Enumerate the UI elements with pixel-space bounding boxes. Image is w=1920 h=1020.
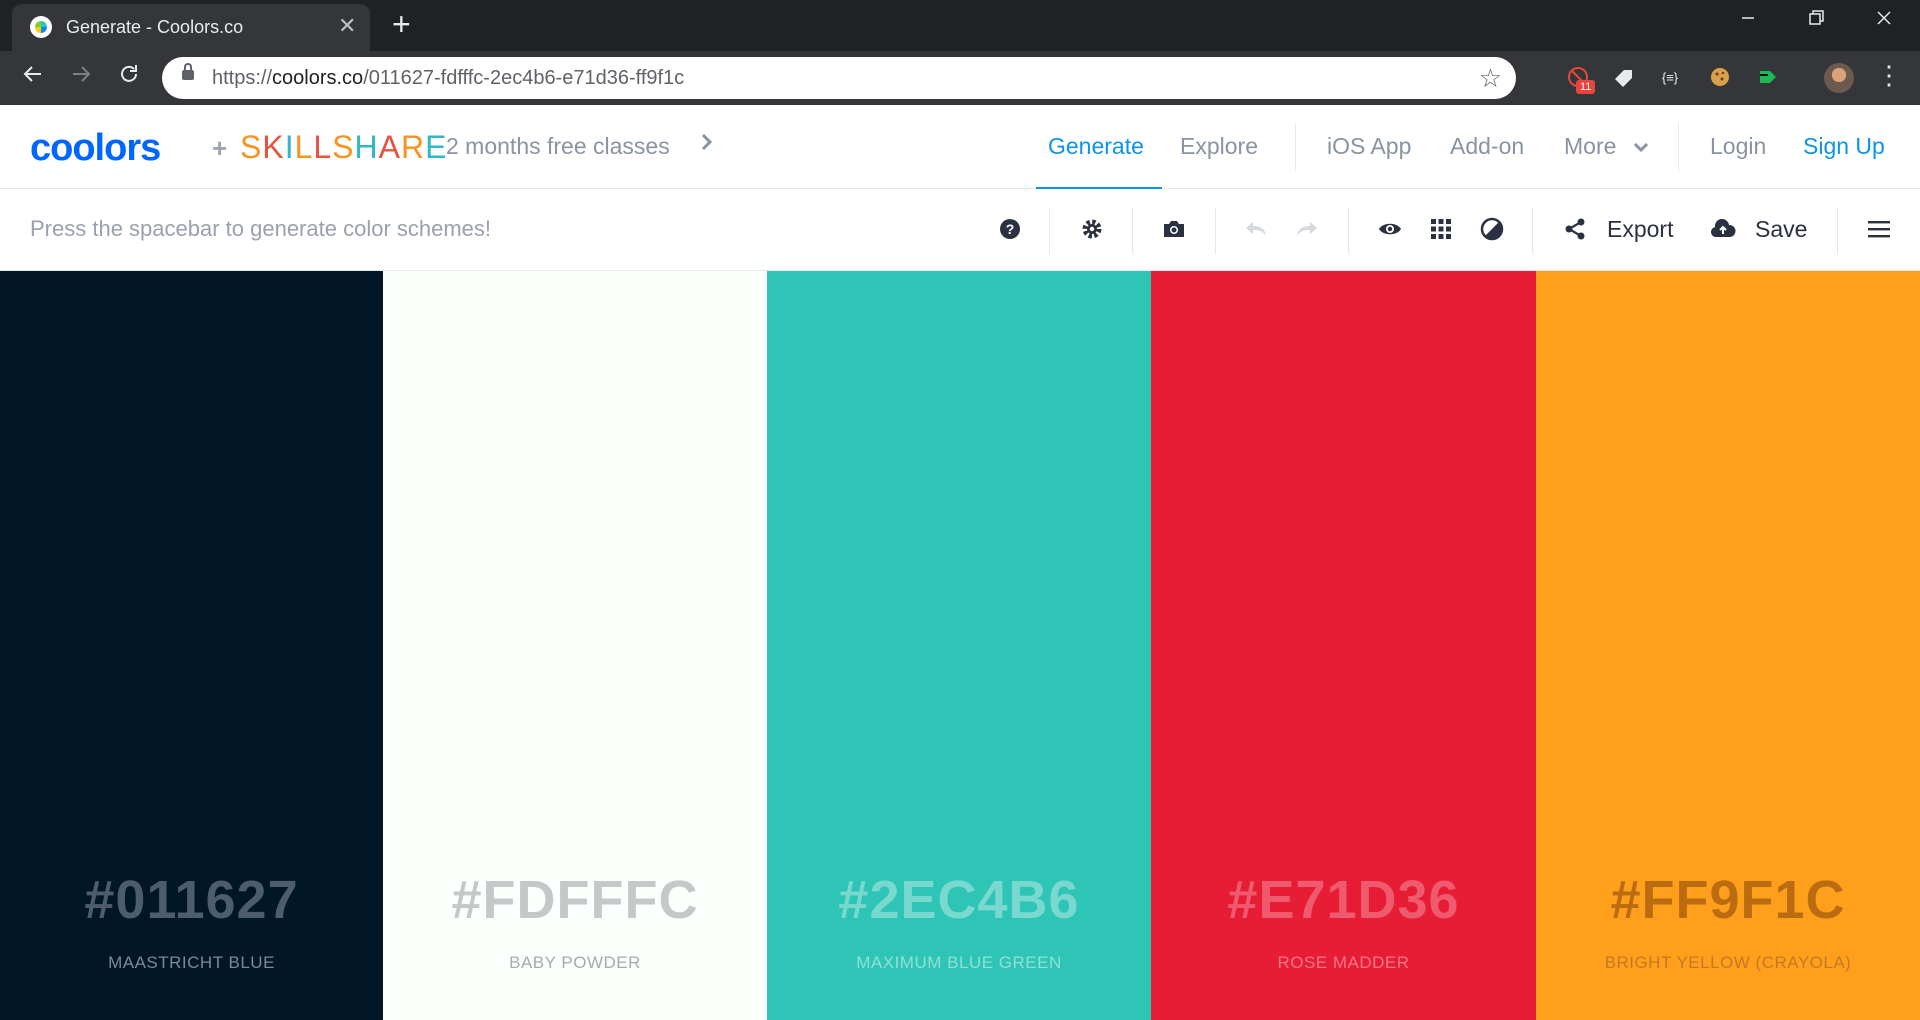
skillshare-letter: E <box>425 129 448 165</box>
color-swatch[interactable]: #FF9F1C BRIGHT YELLOW (CRAYOLA) <box>1536 271 1920 1020</box>
nav-ios-app[interactable]: iOS App <box>1327 133 1411 160</box>
tool-divider <box>1837 208 1838 254</box>
url-scheme: https:// <box>212 67 273 89</box>
extension-cookie-icon[interactable] <box>1706 63 1734 91</box>
swatch-hex-code[interactable]: #E71D36 <box>1151 869 1536 931</box>
tool-divider <box>1348 208 1349 254</box>
nav-login[interactable]: Login <box>1710 133 1766 160</box>
skillshare-letter: K <box>262 129 285 165</box>
nav-addon[interactable]: Add-on <box>1450 133 1524 160</box>
kebab-menu-icon[interactable]: ⋮ <box>1876 60 1902 91</box>
camera-icon[interactable] <box>1159 214 1189 244</box>
reload-icon[interactable] <box>112 61 146 93</box>
share-icon[interactable] <box>1560 214 1590 244</box>
tool-divider <box>1049 208 1050 254</box>
color-swatch[interactable]: #011627 MAASTRICHT BLUE <box>0 271 383 1020</box>
color-swatch[interactable]: #FDFFFC BABY POWDER <box>383 271 767 1020</box>
url-host: coolors.co <box>272 67 364 89</box>
nav-divider <box>1678 123 1679 171</box>
extension-badge: 11 <box>1576 80 1596 94</box>
save-button[interactable]: Save <box>1755 216 1807 243</box>
skillshare-letter: R <box>400 129 426 165</box>
export-button[interactable]: Export <box>1607 216 1673 243</box>
url-text[interactable]: https://coolors.co/011627-fdfffc-2ec4b6-… <box>212 67 684 90</box>
skillshare-logo[interactable]: SKILLSHARE <box>240 129 447 166</box>
color-swatch[interactable]: #2EC4B6 MAXIMUM BLUE GREEN <box>767 271 1151 1020</box>
skillshare-letter: S <box>240 129 263 165</box>
nav-explore[interactable]: Explore <box>1180 133 1258 160</box>
svg-text:?: ? <box>1006 221 1015 237</box>
redo-icon[interactable] <box>1292 214 1322 244</box>
swatch-color-name[interactable]: BABY POWDER <box>383 953 767 973</box>
lock-icon <box>182 63 194 80</box>
tool-divider <box>1132 208 1133 254</box>
skillshare-letter: I <box>284 129 295 165</box>
browser-toolbar: https://coolors.co/011627-fdfffc-2ec4b6-… <box>0 51 1920 105</box>
hamburger-menu-icon[interactable] <box>1864 214 1894 244</box>
contrast-icon[interactable] <box>1477 214 1507 244</box>
tab-title: Generate - Coolors.co <box>66 17 244 37</box>
address-bar[interactable]: https://coolors.co/011627-fdfffc-2ec4b6-… <box>162 57 1516 99</box>
extension-tag-icon[interactable] <box>1610 63 1638 91</box>
new-tab-button[interactable]: + <box>392 8 411 40</box>
color-palette: #011627 MAASTRICHT BLUE #FDFFFC BABY POWDER… <box>0 271 1920 1020</box>
back-arrow-icon[interactable] <box>16 61 50 93</box>
color-swatch[interactable]: #E71D36 ROSE MADDER <box>1151 271 1536 1020</box>
help-icon[interactable]: ? <box>995 214 1025 244</box>
skillshare-letter: S <box>332 129 355 165</box>
swatch-hex-code[interactable]: #2EC4B6 <box>767 869 1151 931</box>
url-path: /011627-fdfffc-2ec4b6-e71d36-ff9f1c <box>363 67 685 89</box>
profile-avatar[interactable] <box>1824 63 1854 93</box>
restore-icon[interactable] <box>1796 8 1836 34</box>
spacebar-hint: Press the spacebar to generate color sch… <box>30 216 492 241</box>
skillshare-letter: L <box>313 129 333 165</box>
nav-divider <box>1295 123 1296 171</box>
nav-more[interactable]: More <box>1564 133 1616 160</box>
minimize-icon[interactable] <box>1728 8 1768 34</box>
eye-icon[interactable] <box>1375 214 1405 244</box>
tab-close-icon[interactable]: ✕ <box>338 14 356 38</box>
swatch-hex-code[interactable]: #FF9F1C <box>1536 869 1920 931</box>
undo-icon[interactable] <box>1241 214 1271 244</box>
nav-signup[interactable]: Sign Up <box>1803 133 1885 160</box>
window-close-icon[interactable] <box>1864 8 1904 34</box>
coolors-logo[interactable]: coolors <box>30 127 161 170</box>
plus-sign: + <box>212 133 228 163</box>
star-icon[interactable]: ☆ <box>1479 63 1502 94</box>
swatch-color-name[interactable]: ROSE MADDER <box>1151 953 1536 973</box>
extension-green-icon[interactable] <box>1754 63 1782 91</box>
nav-active-underline <box>1036 187 1162 189</box>
browser-tab-bar: Generate - Coolors.co ✕ + <box>0 0 1920 51</box>
gear-icon[interactable] <box>1077 214 1107 244</box>
skillshare-letter: A <box>378 129 401 165</box>
generator-toolbar: Press the spacebar to generate color sch… <box>0 190 1920 271</box>
nav-generate[interactable]: Generate <box>1048 133 1144 160</box>
extension-json-icon[interactable]: {≡} <box>1656 63 1684 91</box>
tool-divider <box>1215 208 1216 254</box>
forward-arrow-icon[interactable] <box>64 61 98 93</box>
browser-tab[interactable]: Generate - Coolors.co ✕ <box>12 4 370 51</box>
skillshare-letter: L <box>294 129 314 165</box>
cloud-upload-icon[interactable] <box>1708 214 1738 244</box>
skillshare-letter: H <box>354 129 379 165</box>
grid-icon[interactable] <box>1426 214 1456 244</box>
swatch-color-name[interactable]: MAASTRICHT BLUE <box>0 953 383 973</box>
swatch-color-name[interactable]: MAXIMUM BLUE GREEN <box>767 953 1151 973</box>
swatch-hex-code[interactable]: #011627 <box>0 869 383 931</box>
coolors-favicon-icon <box>30 16 52 38</box>
chevron-right-icon[interactable] <box>700 132 714 158</box>
swatch-hex-code[interactable]: #FDFFFC <box>383 869 767 931</box>
app-header: coolors + SKILLSHARE 2 months free class… <box>0 105 1920 189</box>
tool-divider <box>1532 208 1533 254</box>
chevron-down-icon[interactable] <box>1632 135 1650 162</box>
swatch-color-name[interactable]: BRIGHT YELLOW (CRAYOLA) <box>1536 953 1920 973</box>
promo-link[interactable]: 2 months free classes <box>446 133 670 160</box>
